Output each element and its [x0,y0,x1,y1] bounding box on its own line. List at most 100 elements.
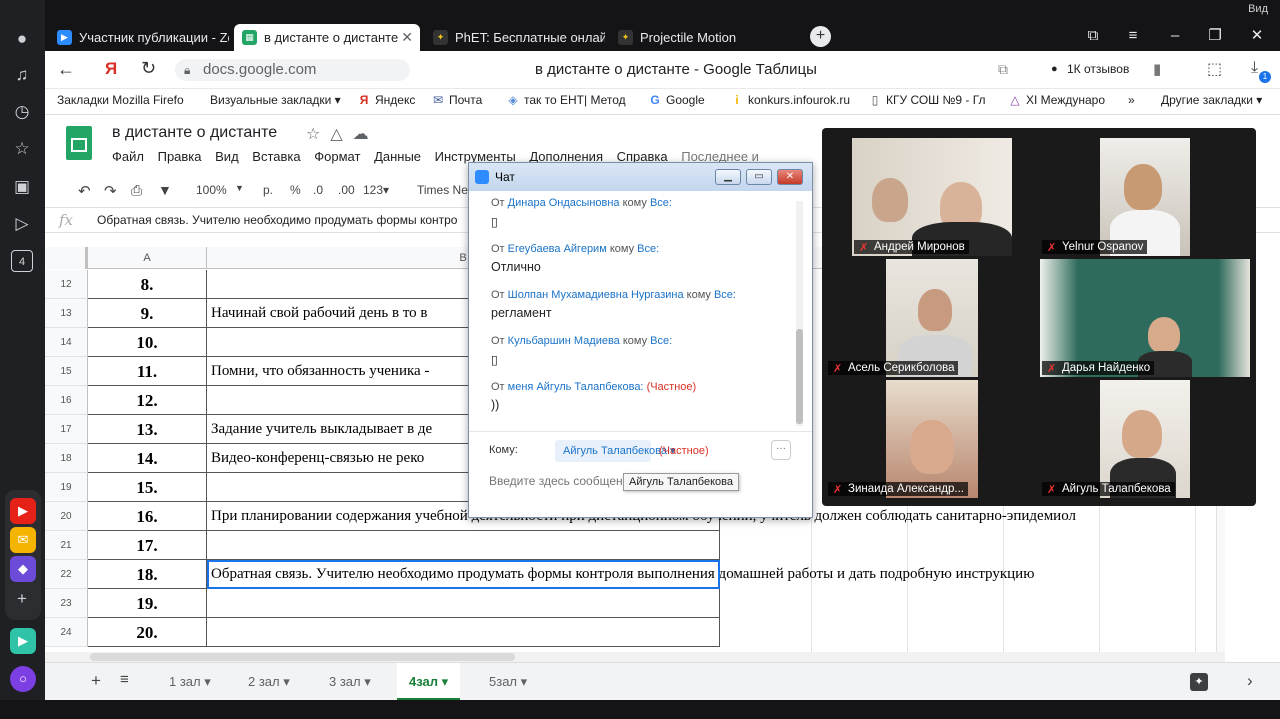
undo-icon[interactable]: ↶ [78,182,91,200]
tab-sheets[interactable]: ▦ в дистанте о дистанте ✕ [234,24,420,51]
history-icon[interactable]: ◷ [11,101,33,123]
other-bookmarks[interactable]: Другие закладки ▾ [1161,93,1271,107]
sheet-tab-5[interactable]: 5зал ▾ [477,663,539,701]
minimize-icon[interactable]: – [1158,20,1192,51]
cell-number[interactable]: 16. [88,502,207,531]
cell-text[interactable] [207,531,720,560]
formula-input[interactable]: Обратная связь. Учителю необходимо проду… [97,213,457,227]
download-icon[interactable]: ⤓ [1251,59,1258,77]
messenger-icon[interactable]: ◆ [10,556,36,582]
select-all-corner[interactable] [45,247,88,269]
cell-number[interactable]: 10. [88,328,207,357]
cell-number[interactable]: 14. [88,444,207,473]
video-tile[interactable]: Зинаида Александр... [826,380,1038,498]
cell-number[interactable]: 12. [88,386,207,415]
close-tab-icon[interactable]: ✕ [401,24,413,51]
cell-text[interactable] [207,618,720,647]
cell-number[interactable]: 8. [88,270,207,299]
row-number[interactable]: 18 [45,444,88,473]
menu-insert[interactable]: Вставка [252,149,300,164]
menu-data[interactable]: Данные [374,149,421,164]
row-number[interactable]: 21 [45,531,88,560]
sheet-tab-2[interactable]: 2 зал ▾ [236,663,302,701]
copy-icon[interactable]: ⧉ [998,61,1008,78]
redo-icon[interactable]: ↷ [104,182,117,200]
row-number[interactable]: 20 [45,502,88,531]
horizontal-scrollbar[interactable] [45,652,1225,662]
scroll-thumb[interactable] [90,653,515,661]
cell-number[interactable]: 19. [88,589,207,618]
menu-format[interactable]: Формат [314,149,360,164]
recipient-select[interactable]: Айгуль Талапбекова ▾ [555,440,676,462]
bookmark-item[interactable]: △ XI Междунаро [1008,93,1112,107]
restore-icon[interactable]: ❐ [1198,20,1232,51]
media-icon[interactable]: ▶ [10,628,36,654]
chat-scroll-thumb[interactable] [796,329,803,424]
sheet-tab-1[interactable]: 1 зал ▾ [157,663,223,701]
play-icon[interactable]: ▷ [11,213,33,235]
video-tile[interactable]: Yelnur Ospanov [1040,138,1190,256]
menu-view[interactable]: Вид [215,149,239,164]
chat-minimize-button[interactable]: ▁ [715,169,741,185]
explore-icon[interactable]: ✦ [1190,673,1208,691]
zoom-select[interactable]: 100% [196,183,227,197]
add-sheet-icon[interactable]: + [91,671,101,691]
counter-icon[interactable]: 4 [11,250,33,272]
tab-collections-icon[interactable]: ⧉ [1076,20,1110,51]
url-field[interactable]: 🔒︎ docs.google.com [175,59,410,81]
bookmark-icon[interactable]: ▮ [1153,60,1161,78]
star-icon[interactable]: ☆ [306,126,330,143]
bell-icon[interactable]: ♫ [11,64,33,86]
percent-button[interactable]: % [290,183,301,197]
menu-file[interactable]: Файл [112,149,144,164]
chat-maximize-button[interactable]: ▭ [746,169,772,185]
extensions-icon[interactable]: ⬚ [1207,59,1222,79]
new-tab-button[interactable]: + [810,26,831,47]
yandex-icon[interactable]: Я [105,59,117,79]
collections-icon[interactable]: ▣ [11,176,33,198]
message-sender[interactable]: меня [508,381,534,393]
message-sender[interactable]: Шолпан Мухамадиевна Нургазина [508,289,684,301]
cell-number[interactable]: 17. [88,531,207,560]
cell-number[interactable]: 20. [88,618,207,647]
reload-icon[interactable]: ↻ [141,58,156,79]
bookmark-item[interactable]: ✉ Почта [431,93,493,107]
alice-icon[interactable]: ○ [10,666,36,692]
print-icon[interactable]: ⎙ [131,182,142,199]
video-tile[interactable]: Дарья Найденко [1040,259,1250,377]
more-options-button[interactable]: ··· [771,440,791,460]
bookmark-item[interactable]: G Google [648,93,716,107]
cell-number[interactable]: 9. [88,299,207,328]
menu-icon[interactable]: ≡ [1116,20,1150,51]
paint-format-icon[interactable]: ▼ [158,182,172,198]
tab-phet[interactable]: ✦ PhET: Бесплатные онлайн [425,24,605,51]
row-number[interactable]: 13 [45,299,88,328]
mail-icon[interactable]: ✉ [10,527,36,553]
row-number[interactable]: 22 [45,560,88,589]
bookmarks-overflow[interactable]: » [1128,93,1144,107]
increase-decimal-button[interactable]: .00 [338,183,355,197]
bookmark-item[interactable]: Закладки Mozilla Firefo [57,93,197,107]
profile-icon[interactable]: ● [11,28,33,50]
chat-close-button[interactable]: ✕ [777,169,803,185]
cell-text[interactable]: Обратная связь. Учителю необходимо проду… [207,560,1034,589]
cell-number[interactable]: 15. [88,473,207,502]
tab-projectile[interactable]: ✦ Projectile Motion [610,24,790,51]
cell-number[interactable]: 13. [88,415,207,444]
add-app-icon[interactable]: + [11,588,33,610]
menu-edit[interactable]: Правка [158,149,202,164]
column-header-a[interactable]: A [88,247,207,269]
document-title[interactable]: в дистанте о дистанте [112,124,277,142]
video-tile[interactable]: Айгуль Талапбекова [1040,380,1250,498]
message-sender[interactable]: Егеубаева Айгерим [508,243,607,255]
sheet-tab-3[interactable]: 3 зал ▾ [317,663,383,701]
bookmark-item[interactable]: Визуальные закладки ▾ [210,93,345,107]
row-number[interactable]: 15 [45,357,88,386]
row-number[interactable]: 24 [45,618,88,647]
currency-button[interactable]: р. [263,183,273,197]
cell-number[interactable]: 18. [88,560,207,589]
message-sender[interactable]: Кульбаршин Мадиева [508,335,620,347]
video-tile[interactable]: Асель Серикболова [826,259,1038,377]
side-panel-chevron-icon[interactable]: › [1247,671,1253,691]
chat-scrollbar[interactable] [796,201,803,426]
